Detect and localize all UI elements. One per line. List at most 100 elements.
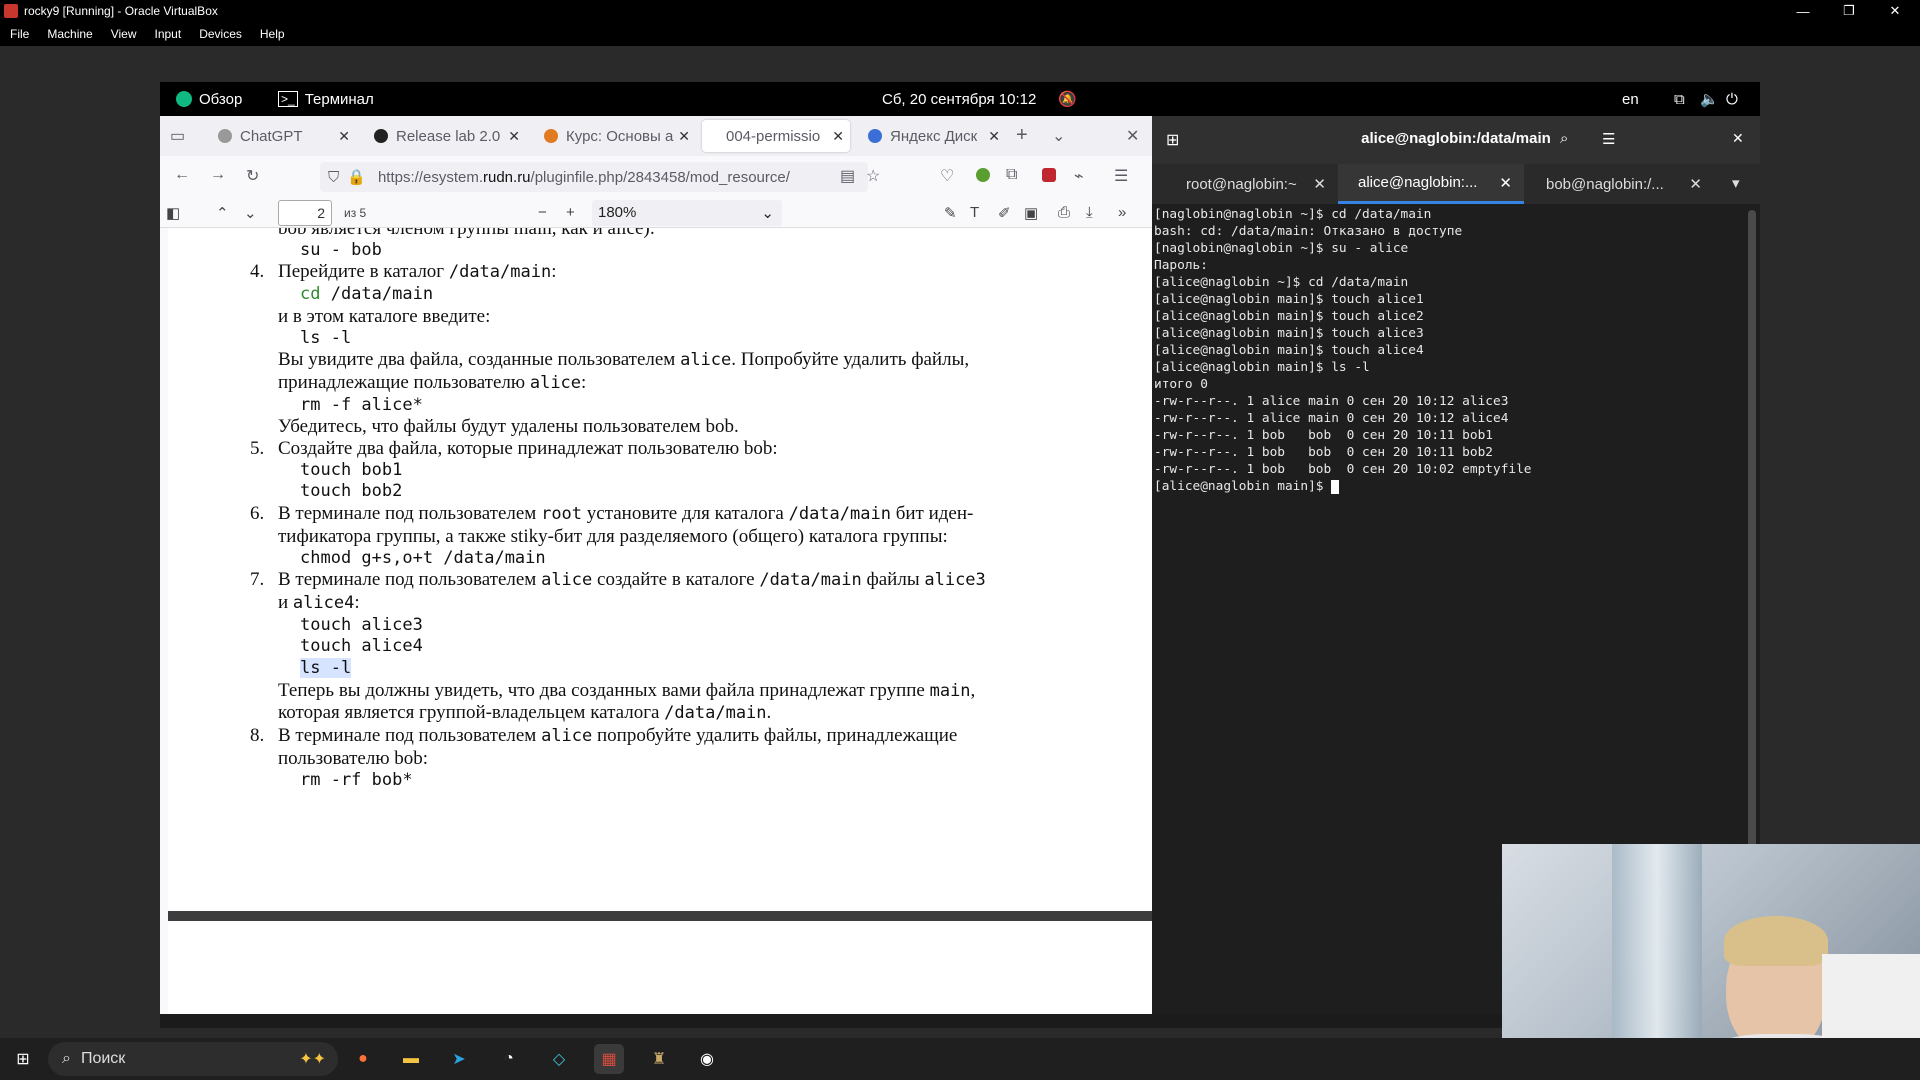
terminal-output[interactable]: [naglobin@naglobin ~]$ cd /data/main bash… bbox=[1154, 206, 1744, 906]
code: alice bbox=[541, 726, 593, 747]
minimize-icon[interactable]: — bbox=[1780, 0, 1826, 22]
firefox-icon[interactable]: ● bbox=[348, 1044, 378, 1074]
extension-green-icon[interactable] bbox=[976, 168, 990, 182]
menu-machine[interactable]: Machine bbox=[47, 27, 92, 41]
bookmark-star-icon[interactable]: ☆ bbox=[866, 166, 880, 186]
code-line: ls -l bbox=[300, 327, 352, 348]
next-page-icon[interactable]: ⌄ bbox=[244, 204, 257, 222]
menu-file[interactable]: File bbox=[10, 27, 29, 41]
close-icon[interactable]: ✕ bbox=[1872, 0, 1918, 22]
text: принадлежащие пользователю bbox=[278, 371, 530, 393]
page-number-input[interactable]: 2 bbox=[278, 200, 332, 226]
app-icon[interactable]: ♜ bbox=[644, 1044, 674, 1074]
gnome-topbar: Обзор >_ Терминал Сб, 20 сентября 10:12 … bbox=[160, 82, 1760, 116]
tab-overview-icon[interactable]: ▭ bbox=[170, 126, 185, 146]
forward-icon[interactable]: → bbox=[210, 166, 226, 184]
shield-icon[interactable]: ⛉ bbox=[328, 169, 339, 186]
terminal-headerbar: ⊞ alice@naglobin:/data/main ⌕ ☰ ✕ bbox=[1152, 116, 1760, 164]
tab-course[interactable]: Курс: Основы а ✕ bbox=[532, 120, 696, 152]
zoom-out-icon[interactable]: − bbox=[538, 204, 547, 221]
pocket-icon[interactable]: ♡ bbox=[940, 166, 954, 186]
reader-view-icon[interactable]: ▤ bbox=[840, 166, 855, 186]
tab-root[interactable]: root@naglobin:~ ✕ bbox=[1152, 164, 1338, 204]
tab-alice[interactable]: alice@naglobin:... ✕ bbox=[1338, 164, 1524, 204]
more-tools-icon[interactable]: » bbox=[1118, 204, 1126, 221]
close-tab-icon[interactable]: ✕ bbox=[338, 128, 350, 145]
save-icon[interactable]: ⤓ bbox=[1086, 204, 1093, 221]
obs-icon[interactable]: ◉ bbox=[692, 1044, 722, 1074]
terminal-scrollbar[interactable] bbox=[1748, 210, 1756, 850]
clock[interactable]: Сб, 20 сентября 10:12 bbox=[882, 91, 1036, 108]
sidebar-toggle-icon[interactable]: ◧ bbox=[166, 204, 180, 222]
prev-page-icon[interactable]: ⌃ bbox=[216, 204, 229, 222]
text-tool-icon[interactable]: T bbox=[970, 204, 979, 221]
menu-icon[interactable]: ☰ bbox=[1114, 166, 1128, 186]
list-item: 8. В терминале под пользователем alice по… bbox=[250, 725, 1038, 748]
close-tab-icon[interactable]: ✕ bbox=[1499, 174, 1512, 192]
telegram-icon[interactable]: ➤ bbox=[444, 1044, 474, 1074]
terminal-app-button[interactable]: >_ Терминал bbox=[278, 91, 374, 108]
draw-icon[interactable]: ✐ bbox=[998, 204, 1011, 222]
menu-help[interactable]: Help bbox=[260, 27, 285, 41]
menu-view[interactable]: View bbox=[111, 27, 137, 41]
close-tab-icon[interactable]: ✕ bbox=[678, 128, 690, 145]
zoom-in-icon[interactable]: + bbox=[566, 204, 575, 221]
terminal-line: [alice@naglobin main]$ touch alice1 bbox=[1154, 292, 1424, 307]
tab-label: ChatGPT bbox=[240, 127, 303, 145]
extensions-icon[interactable]: ⧉ bbox=[1006, 166, 1017, 184]
line: Убедитесь, что файлы будут удалены польз… bbox=[278, 416, 739, 438]
zoom-select[interactable]: 180% ⌄ bbox=[592, 200, 782, 226]
print-icon[interactable]: ⎙ bbox=[1058, 204, 1070, 221]
tab-chatgpt[interactable]: ChatGPT ✕ bbox=[206, 120, 356, 152]
overview-button[interactable]: Обзор bbox=[176, 91, 242, 108]
tab-bob[interactable]: bob@naglobin:/... ✕ bbox=[1524, 164, 1714, 204]
lock-icon[interactable]: 🔒 bbox=[347, 168, 366, 186]
reload-icon[interactable]: ↻ bbox=[246, 166, 259, 186]
windows-start-icon[interactable]: ⊞ bbox=[8, 1044, 38, 1074]
code-editor-icon[interactable]: ◇ bbox=[544, 1044, 574, 1074]
tab-release-lab[interactable]: Release lab 2.0 ✕ bbox=[362, 120, 526, 152]
power-icon[interactable]: ⏻ bbox=[1726, 91, 1738, 108]
close-tab-icon[interactable]: ✕ bbox=[1313, 175, 1326, 193]
code: alice3 bbox=[924, 570, 986, 591]
close-window-icon[interactable]: ✕ bbox=[1126, 126, 1139, 146]
tabs-dropdown-icon[interactable]: ▾ bbox=[1732, 174, 1740, 192]
highlight-icon[interactable]: ✎ bbox=[944, 204, 957, 222]
close-tab-icon[interactable]: ✕ bbox=[1689, 175, 1702, 193]
lang-indicator[interactable]: en bbox=[1622, 91, 1639, 108]
chatgpt-icon bbox=[218, 129, 232, 143]
url-bar[interactable]: ⛉ 🔒 https://esystem. rudn.ru/pluginfile.p… bbox=[320, 162, 868, 192]
search-icon[interactable]: ⌕ bbox=[1560, 130, 1568, 147]
back-icon[interactable]: ← bbox=[174, 166, 190, 184]
text: : bbox=[354, 591, 360, 613]
tab-yandex-disk[interactable]: Яндекс Диск ✕ bbox=[856, 120, 1006, 152]
code: alice bbox=[541, 570, 593, 591]
virtualbox-taskbar-icon[interactable]: ▦ bbox=[594, 1044, 624, 1074]
ublock-icon[interactable] bbox=[1042, 168, 1056, 182]
tab-pdf[interactable]: 004-permissio ✕ bbox=[702, 120, 850, 152]
menu-devices[interactable]: Devices bbox=[199, 27, 242, 41]
network-icon[interactable]: ⧉ bbox=[1674, 91, 1685, 108]
new-tab-icon[interactable]: + bbox=[1016, 124, 1028, 147]
chevron-down-icon: ⌄ bbox=[761, 205, 774, 222]
code: /data/main bbox=[664, 703, 767, 724]
close-tab-icon[interactable]: ✕ bbox=[988, 128, 1000, 145]
close-tab-icon[interactable]: ✕ bbox=[832, 128, 844, 145]
list-item: 6. В терминале под пользователем root уст… bbox=[250, 503, 1038, 526]
close-icon[interactable]: ✕ bbox=[1732, 130, 1744, 147]
menu-icon[interactable]: ☰ bbox=[1602, 130, 1615, 148]
image-icon[interactable]: ▣ bbox=[1024, 204, 1038, 222]
list-tabs-icon[interactable]: ⌄ bbox=[1052, 126, 1065, 146]
code-line: chmod g+s,o+t /data/main bbox=[300, 547, 546, 568]
code-line: rm -f alice* bbox=[300, 394, 423, 415]
clock-app-icon[interactable]: ◔ bbox=[494, 1044, 524, 1074]
extension-icon[interactable]: ⌁ bbox=[1074, 166, 1084, 186]
taskbar-search[interactable]: ⌕ Поиск ✦✦ bbox=[48, 1042, 338, 1076]
volume-icon[interactable]: 🔈 bbox=[1700, 90, 1719, 108]
menu-input[interactable]: Input bbox=[155, 27, 182, 41]
restore-icon[interactable]: ❐ bbox=[1826, 0, 1872, 22]
file-explorer-icon[interactable]: ▬ bbox=[396, 1044, 426, 1074]
close-tab-icon[interactable]: ✕ bbox=[508, 128, 520, 145]
pdf-viewer[interactable]: bob является членом группы main, как и a… bbox=[168, 228, 1152, 1014]
line: которая является группой-владельцем ката… bbox=[278, 702, 1038, 725]
